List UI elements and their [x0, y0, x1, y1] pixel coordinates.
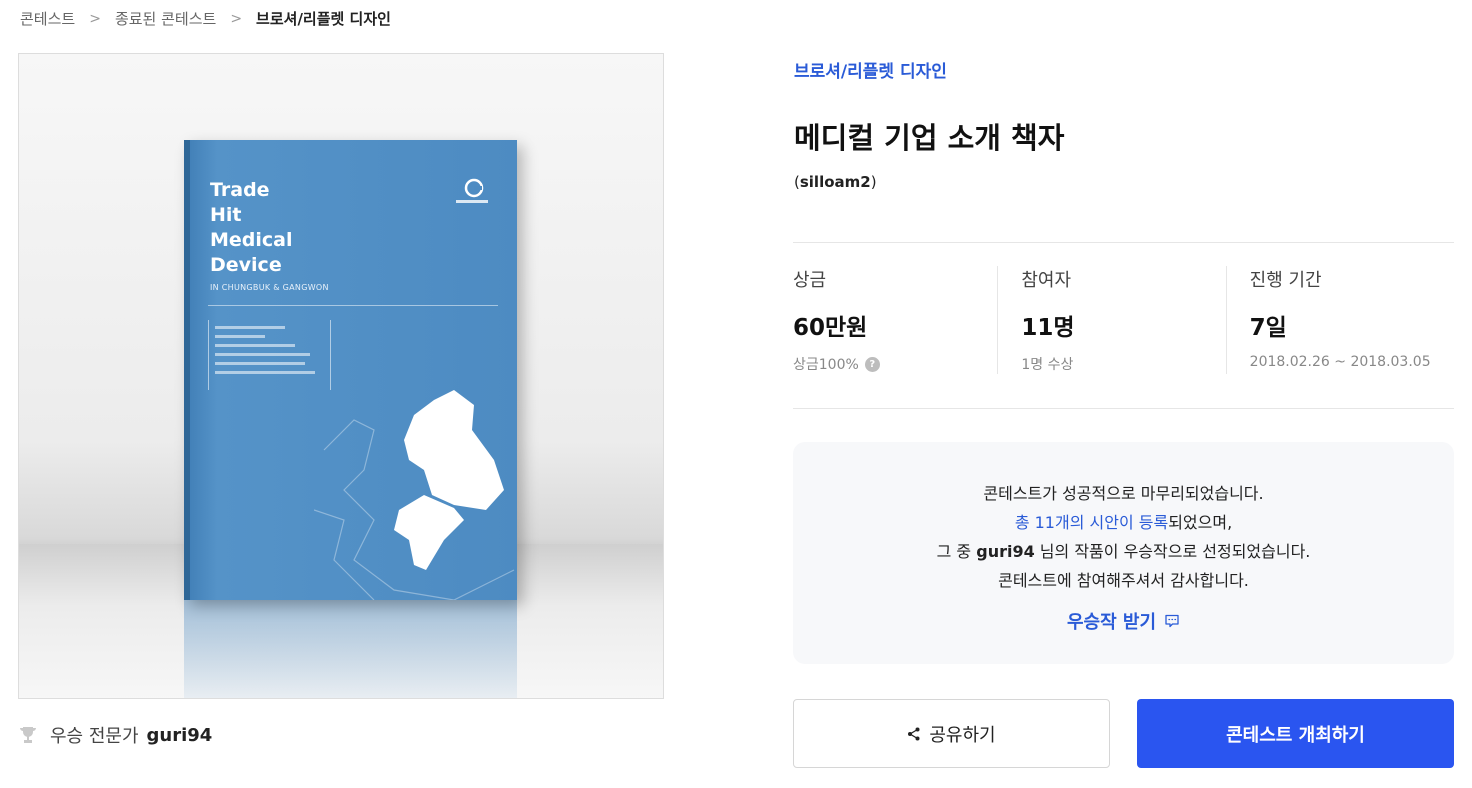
book-title-line: Medical: [210, 229, 293, 251]
share-button[interactable]: 공유하기: [793, 699, 1110, 768]
book-spine: [184, 140, 190, 600]
chevron-right-icon: >: [89, 10, 101, 27]
book-title-line: Hit: [210, 204, 242, 226]
contest-result-notice: 콘테스트가 성공적으로 마무리되었습니다. 총 11개의 시안이 등록되었으며,…: [793, 442, 1454, 664]
contest-category[interactable]: 브로셔/리플렛 디자인: [794, 57, 947, 82]
host-contest-button[interactable]: 콘테스트 개최하기: [1137, 699, 1454, 768]
stat-participants-value: 11명: [1021, 315, 1075, 341]
book-divider: [208, 305, 498, 306]
share-button-label: 공유하기: [929, 724, 996, 746]
stat-prize-value: 60만원: [793, 315, 868, 341]
stat-participants-sub: 1명 수상: [1021, 357, 1074, 373]
get-winning-work-label: 우승작 받기: [1066, 612, 1157, 633]
notice-line-2-rest: 되었으며,: [1168, 513, 1233, 532]
stat-prize: 상금 60만원 상금100% ?: [793, 266, 997, 374]
breadcrumb: 콘테스트 > 종료된 콘테스트 > 브로셔/리플렛 디자인: [20, 8, 391, 29]
notice-line-4: 콘테스트에 참여해주셔서 감사합니다.: [998, 571, 1249, 590]
notice-line-1: 콘테스트가 성공적으로 마무리되었습니다.: [983, 484, 1264, 503]
speech-bubble-icon: [1165, 614, 1179, 628]
book-text-block: [208, 320, 331, 390]
submission-count-link[interactable]: 총 11개의 시안이 등록: [1015, 513, 1168, 532]
breadcrumb-item-contest[interactable]: 콘테스트: [20, 8, 75, 29]
get-winning-work-button[interactable]: 우승작 받기: [1067, 608, 1180, 634]
notice-winner-name: guri94: [976, 542, 1035, 561]
winner-name[interactable]: guri94: [147, 725, 213, 746]
book-reflection: [184, 600, 517, 698]
stat-prize-label: 상금: [793, 270, 827, 291]
breadcrumb-item-ended[interactable]: 종료된 콘테스트: [115, 8, 216, 29]
contest-host-id: (silloam2): [794, 173, 877, 191]
book-title: Trade Hit Medical Device: [210, 178, 293, 278]
contest-stats: 상금 60만원 상금100% ? 참여자 11명 1명 수상 진행 기간 7일 …: [793, 266, 1454, 374]
divider: [793, 242, 1454, 243]
winner-label: 우승 전문가: [50, 726, 139, 747]
book-map-illustration: [314, 390, 515, 600]
stat-participants: 참여자 11명 1명 수상: [997, 266, 1225, 374]
notice-line-3-pre: 그 중: [936, 542, 977, 561]
trophy-icon: [20, 727, 36, 743]
host-contest-button-label: 콘테스트 개최하기: [1226, 724, 1365, 746]
page-title: 메디컬 기업 소개 책자: [794, 121, 1065, 155]
share-icon: [908, 727, 920, 740]
stat-prize-sub: 상금100% ?: [793, 354, 997, 374]
book-subtitle: IN CHUNGBUK & GANGWON: [210, 283, 329, 292]
stat-period-value: 7일: [1249, 315, 1287, 341]
stat-prize-sub-text: 상금100%: [793, 357, 859, 373]
divider: [793, 408, 1454, 409]
stat-participants-label: 참여자: [1021, 270, 1072, 291]
breadcrumb-item-current: 브로셔/리플렛 디자인: [256, 10, 391, 28]
winner-line: 우승 전문가 guri94: [18, 722, 212, 748]
notice-line-3: 그 중 guri94 님의 작품이 우승작으로 선정되었습니다.: [793, 537, 1454, 566]
book-title-line: Trade: [210, 179, 270, 201]
stat-period-label: 진행 기간: [1249, 270, 1322, 291]
notice-line-3-post: 님의 작품이 우승작으로 선정되었습니다.: [1034, 542, 1311, 561]
question-icon[interactable]: ?: [864, 356, 880, 372]
book-cover: Trade Hit Medical Device IN CHUNGBUK & G…: [184, 140, 517, 600]
stat-period: 진행 기간 7일 2018.02.26 ~ 2018.03.05: [1225, 266, 1454, 374]
stat-period-sub: 2018.02.26 ~ 2018.03.05: [1249, 354, 1431, 370]
chevron-right-icon: >: [230, 10, 243, 27]
notice-line-2: 총 11개의 시안이 등록되었으며,: [793, 508, 1454, 537]
userid-value: silloam2: [799, 173, 871, 191]
book-logo-icon: [456, 178, 488, 203]
contest-image[interactable]: Trade Hit Medical Device IN CHUNGBUK & G…: [18, 53, 664, 699]
book-title-line: Device: [210, 254, 282, 276]
userid-paren-close: ): [870, 173, 877, 191]
